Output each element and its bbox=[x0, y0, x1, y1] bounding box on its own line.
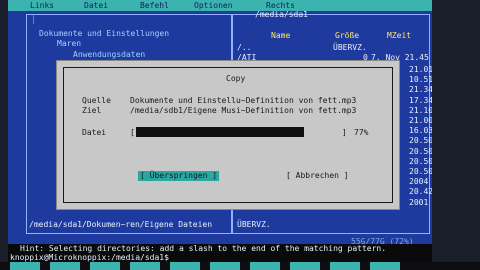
tree-item-anwendungsdaten[interactable]: Anwendungsdaten bbox=[73, 50, 145, 59]
mtime-cell: 20.50 bbox=[409, 146, 432, 156]
mtime-cell: 21.01 bbox=[409, 65, 432, 74]
progress-bar bbox=[136, 127, 304, 137]
fn-key-6[interactable] bbox=[210, 262, 240, 270]
hint-line: Hint: Selecting directories: add a slash… bbox=[20, 244, 387, 253]
fn-key-5[interactable] bbox=[170, 262, 200, 270]
command-area: Hint: Selecting directories: add a slash… bbox=[8, 244, 432, 262]
mtime-cell: 20.50 bbox=[409, 136, 432, 146]
col-header-mtime[interactable]: MZeit bbox=[387, 31, 411, 40]
tree-item-maren[interactable]: Maren bbox=[57, 39, 81, 48]
mtime-cell: 20.50 bbox=[409, 156, 432, 166]
tree-line-1: │ bbox=[31, 15, 36, 24]
right-panel-title: /media/sda1 bbox=[255, 10, 308, 19]
col-header-name[interactable]: Name bbox=[271, 31, 290, 40]
row-parent-size: ÜBERVZ. bbox=[333, 43, 367, 52]
fn-key-4[interactable] bbox=[130, 262, 160, 270]
fn-key-1[interactable] bbox=[10, 262, 40, 270]
fn-key-7[interactable] bbox=[250, 262, 280, 270]
fn-key-9[interactable] bbox=[330, 262, 360, 270]
mtime-cell: 2004 bbox=[409, 177, 429, 187]
progress-close-bracket: ] bbox=[342, 128, 347, 137]
target-label: Ziel bbox=[82, 106, 102, 115]
file-label: Datei bbox=[82, 128, 107, 137]
menu-item-befehl[interactable]: Befehl bbox=[140, 1, 169, 10]
left-panel-path: /media/sda1/Dokumen~ren/Eigene Dateien bbox=[29, 220, 213, 229]
mtime-cell: 17.34 bbox=[409, 95, 432, 105]
mtime-cell: 20.42 bbox=[409, 187, 432, 197]
menu-item-rechts[interactable]: Rechts bbox=[266, 1, 295, 10]
tree-item-dokumente[interactable]: Dokumente und Einstellungen bbox=[39, 29, 169, 38]
mtime-cell: 10.51 bbox=[409, 75, 432, 85]
cancel-button[interactable]: [ Abbrechen ] bbox=[286, 171, 349, 181]
terminal-screen: Links Datei Befehl Optionen Rechts │ Dok… bbox=[8, 0, 432, 262]
fn-key-10[interactable] bbox=[370, 262, 400, 270]
skip-button[interactable]: [ Überspringen ] bbox=[138, 171, 220, 181]
menu-bar: Links Datei Befehl Optionen Rechts bbox=[8, 0, 432, 11]
fn-key-8[interactable] bbox=[290, 262, 320, 270]
fn-key-2[interactable] bbox=[50, 262, 80, 270]
dialog-title: Copy bbox=[224, 74, 248, 83]
mtime-cell: 21.34 bbox=[409, 85, 432, 95]
function-key-bar bbox=[0, 262, 480, 270]
shell-prompt[interactable]: knoppix@Microknoppix:/media/sda1$ bbox=[10, 253, 169, 262]
progress-percent: 77% bbox=[354, 128, 369, 137]
source-label: Quelle bbox=[82, 96, 111, 105]
mtime-cell: 21.00 bbox=[409, 116, 432, 125]
menu-item-datei[interactable]: Datei bbox=[84, 1, 108, 10]
menu-item-links[interactable]: Links bbox=[30, 1, 54, 10]
mtime-cell: 21.10 bbox=[409, 105, 432, 115]
row-parent-name[interactable]: /.. bbox=[237, 43, 251, 52]
right-panel-status: ÜBERVZ. bbox=[237, 220, 271, 229]
menu-item-optionen[interactable]: Optionen bbox=[194, 1, 233, 10]
mtime-cell: 16.03 bbox=[409, 126, 432, 136]
target-value: /media/sdb1/Eigene Musi~Definition von f… bbox=[130, 106, 357, 115]
mtime-cell: 2001 bbox=[409, 197, 429, 207]
source-value: Dokumente und Einstellu~Definition von f… bbox=[130, 96, 357, 105]
progress-open-bracket: [ bbox=[130, 128, 135, 137]
mtime-cell: 20.50 bbox=[409, 167, 432, 176]
fn-key-3[interactable] bbox=[90, 262, 120, 270]
col-header-size[interactable]: Größe bbox=[335, 31, 359, 40]
